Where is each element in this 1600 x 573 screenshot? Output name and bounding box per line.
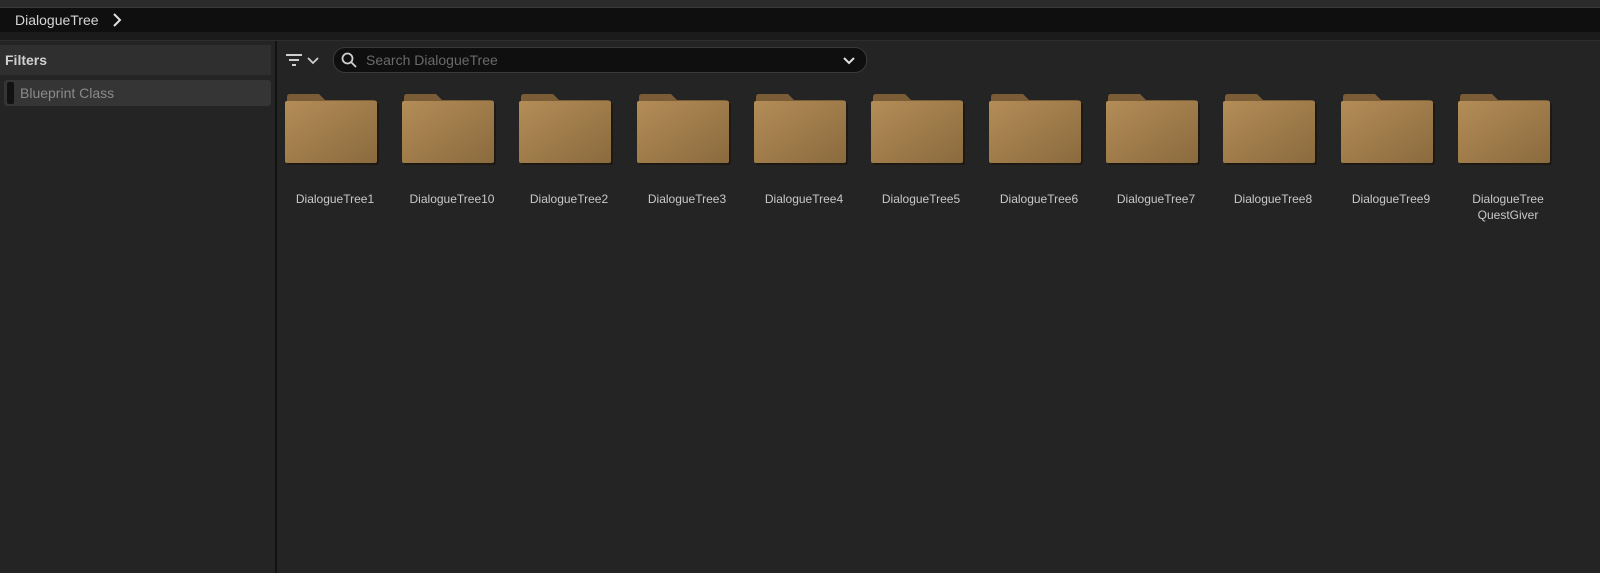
folder-label: DialogueTree QuestGiver [1472, 192, 1544, 222]
toolbar [277, 47, 1600, 73]
search-icon [340, 51, 358, 69]
folder-label: DialogueTree6 [999, 192, 1079, 206]
filter-chip-label: Blueprint Class [20, 85, 115, 101]
folder-label: DialogueTree8 [1233, 192, 1313, 206]
search-box [333, 47, 867, 73]
folder-icon [519, 93, 613, 167]
folder-icon [402, 93, 496, 167]
folder-label: DialogueTree3 [647, 192, 727, 206]
folder-tile[interactable]: DialogueTree3 [635, 91, 739, 231]
filters-title: Filters [5, 52, 48, 68]
folder-tile[interactable]: DialogueTree2 [517, 91, 621, 231]
folder-label: DialogueTree2 [529, 192, 609, 206]
chevron-right-icon[interactable] [111, 13, 123, 27]
filter-lines-icon [286, 54, 302, 66]
folder-tile[interactable]: DialogueTree QuestGiver [1456, 91, 1560, 231]
folder-icon [1223, 93, 1317, 167]
filters-panel: Filters Blueprint Class [0, 41, 277, 573]
filter-chip-indicator [7, 82, 14, 104]
folder-tile[interactable]: DialogueTree9 [1339, 91, 1443, 231]
folder-icon [1106, 93, 1200, 167]
folder-tile[interactable]: DialogueTree4 [752, 91, 856, 231]
folder-tile[interactable]: DialogueTree7 [1104, 91, 1208, 231]
breadcrumb-item-dialoguetree[interactable]: DialogueTree [15, 12, 99, 28]
folder-icon [637, 93, 731, 167]
asset-view: DialogueTree1 DialogueTree10 DialogueTre… [277, 41, 1600, 573]
filter-button[interactable] [285, 50, 321, 70]
folder-tile[interactable]: DialogueTree6 [987, 91, 1091, 231]
folder-label: DialogueTree5 [881, 192, 961, 206]
chevron-down-icon [307, 57, 319, 65]
search-input[interactable] [364, 51, 838, 69]
search-options-dropdown[interactable] [838, 49, 860, 71]
folder-tile[interactable]: DialogueTree1 [283, 91, 387, 231]
filters-header: Filters [0, 45, 271, 75]
folder-label: DialogueTree7 [1116, 192, 1196, 206]
folder-tile[interactable]: DialogueTree5 [869, 91, 973, 231]
folder-tile[interactable]: DialogueTree8 [1221, 91, 1325, 231]
folder-icon [989, 93, 1083, 167]
folder-icon [754, 93, 848, 167]
folder-icon [871, 93, 965, 167]
filter-chip-blueprint-class[interactable]: Blueprint Class [4, 80, 271, 106]
top-strip [0, 0, 1600, 8]
content-browser: DialogueTree Filters Blueprint Class Sea… [0, 0, 1600, 573]
folder-icon [285, 93, 379, 167]
folder-label: DialogueTree1 [295, 192, 375, 206]
folder-label: DialogueTree9 [1351, 192, 1431, 206]
folder-label: DialogueTree10 [409, 192, 495, 206]
folder-tile[interactable]: DialogueTree10 [400, 91, 504, 231]
folder-icon [1458, 93, 1552, 167]
breadcrumb: DialogueTree [0, 8, 1600, 32]
chevron-down-icon [843, 57, 855, 65]
folder-label: DialogueTree4 [764, 192, 844, 206]
folder-icon [1341, 93, 1435, 167]
divider [0, 32, 1600, 41]
